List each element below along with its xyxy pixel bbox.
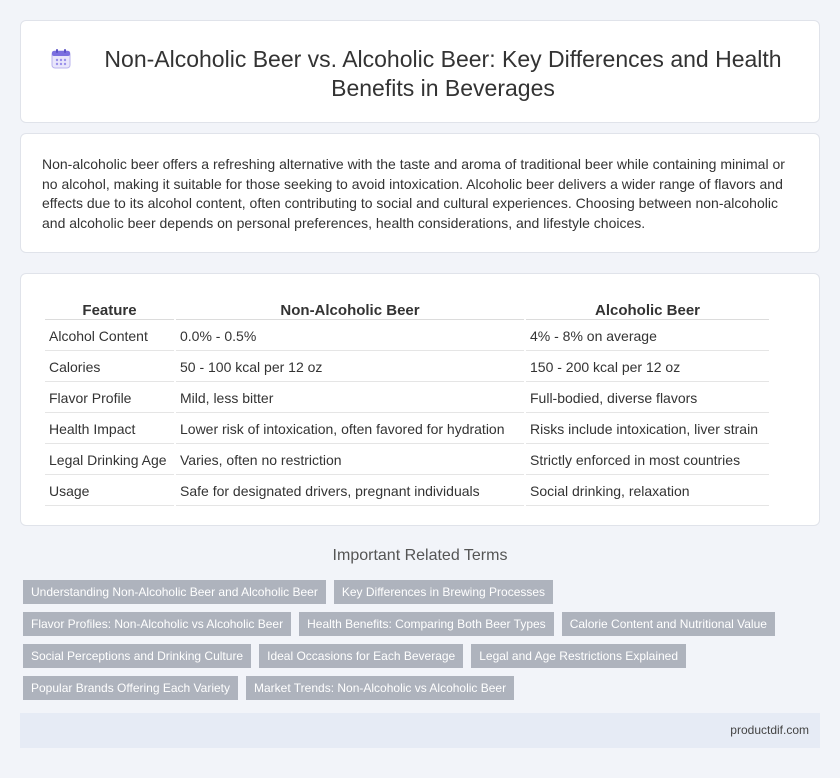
table-cell-feature: Alcohol Content: [45, 322, 174, 351]
table-cell-non-alcoholic: 0.0% - 0.5%: [176, 322, 524, 351]
table-row: Legal Drinking Age Varies, often no rest…: [45, 446, 769, 475]
table-row: Usage Safe for designated drivers, pregn…: [45, 477, 769, 506]
table-row: Flavor Profile Mild, less bitter Full-bo…: [45, 384, 769, 413]
related-term-tag[interactable]: Flavor Profiles: Non-Alcoholic vs Alcoho…: [23, 612, 292, 636]
table-header-row: Feature Non-Alcoholic Beer Alcoholic Bee…: [45, 298, 769, 320]
table-cell-alcoholic: 4% - 8% on average: [526, 322, 769, 351]
table-row: Calories 50 - 100 kcal per 12 oz 150 - 2…: [45, 353, 769, 382]
comparison-table: Feature Non-Alcoholic Beer Alcoholic Bee…: [43, 296, 771, 508]
table-cell-feature: Legal Drinking Age: [45, 446, 174, 475]
related-term-tag[interactable]: Key Differences in Brewing Processes: [333, 580, 554, 604]
table-row: Alcohol Content 0.0% - 0.5% 4% - 8% on a…: [45, 322, 769, 351]
table-cell-alcoholic: Social drinking, relaxation: [526, 477, 769, 506]
tag-row: Flavor Profiles: Non-Alcoholic vs Alcoho…: [23, 612, 775, 636]
tag-row: Popular Brands Offering Each Variety Mar…: [23, 676, 515, 700]
table-cell-alcoholic: Full-bodied, diverse flavors: [526, 384, 769, 413]
page-title: Non-Alcoholic Beer vs. Alcoholic Beer: K…: [104, 46, 782, 101]
title-card: Non-Alcoholic Beer vs. Alcoholic Beer: K…: [20, 20, 820, 123]
table-cell-non-alcoholic: Lower risk of intoxication, often favore…: [176, 415, 524, 444]
intro-card: Non-alcoholic beer offers a refreshing a…: [20, 133, 820, 253]
related-term-tag[interactable]: Ideal Occasions for Each Beverage: [259, 644, 464, 668]
comparison-card: Feature Non-Alcoholic Beer Alcoholic Bee…: [20, 273, 820, 526]
footer-site-link[interactable]: productdif.com: [730, 723, 809, 737]
table-cell-feature: Flavor Profile: [45, 384, 174, 413]
tag-row: Social Perceptions and Drinking Culture …: [23, 644, 687, 668]
tag-row: Understanding Non-Alcoholic Beer and Alc…: [23, 580, 554, 604]
table-cell-non-alcoholic: Safe for designated drivers, pregnant in…: [176, 477, 524, 506]
table-cell-alcoholic: 150 - 200 kcal per 12 oz: [526, 353, 769, 382]
table-cell-feature: Health Impact: [45, 415, 174, 444]
related-term-tag[interactable]: Market Trends: Non-Alcoholic vs Alcoholi…: [246, 676, 515, 700]
related-term-tag[interactable]: Social Perceptions and Drinking Culture: [23, 644, 252, 668]
intro-paragraph: Non-alcoholic beer offers a refreshing a…: [42, 156, 785, 231]
footer: productdif.com: [20, 713, 820, 748]
table-cell-feature: Usage: [45, 477, 174, 506]
header-alcoholic: Alcoholic Beer: [526, 298, 769, 320]
table-cell-non-alcoholic: Mild, less bitter: [176, 384, 524, 413]
table-cell-alcoholic: Risks include intoxication, liver strain: [526, 415, 769, 444]
header-non-alcoholic: Non-Alcoholic Beer: [176, 298, 524, 320]
related-term-tag[interactable]: Understanding Non-Alcoholic Beer and Alc…: [23, 580, 326, 604]
table-cell-non-alcoholic: Varies, often no restriction: [176, 446, 524, 475]
related-term-tag[interactable]: Legal and Age Restrictions Explained: [471, 644, 687, 668]
related-terms-heading: Important Related Terms: [332, 547, 508, 564]
related-term-tag[interactable]: Popular Brands Offering Each Variety: [23, 676, 238, 700]
table-row: Health Impact Lower risk of intoxication…: [45, 415, 769, 444]
related-term-tag[interactable]: Health Benefits: Comparing Both Beer Typ…: [299, 612, 554, 636]
table-cell-non-alcoholic: 50 - 100 kcal per 12 oz: [176, 353, 524, 382]
related-term-tag[interactable]: Calorie Content and Nutritional Value: [561, 612, 775, 636]
table-cell-feature: Calories: [45, 353, 174, 382]
header-feature: Feature: [45, 298, 174, 320]
table-cell-alcoholic: Strictly enforced in most countries: [526, 446, 769, 475]
